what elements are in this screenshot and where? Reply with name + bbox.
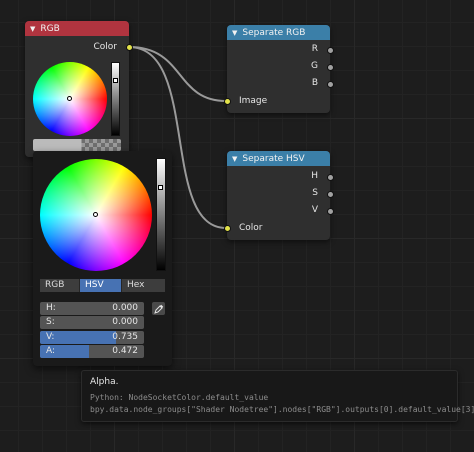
- popup-value-slider[interactable]: [156, 158, 166, 271]
- output-socket-b[interactable]: [327, 81, 334, 88]
- output-label-g: G: [311, 61, 318, 71]
- rgb-color-output-socket[interactable]: [126, 44, 133, 51]
- separate-rgb-node[interactable]: ▼ Separate RGB R G B Image: [227, 25, 330, 113]
- value-field-value: 0.735: [112, 332, 138, 342]
- input-label-image: Image: [239, 96, 268, 106]
- separate-rgb-header[interactable]: ▼ Separate RGB: [227, 25, 330, 40]
- output-label-r: R: [311, 44, 318, 54]
- alpha-field[interactable]: A: 0.472: [40, 345, 144, 358]
- rgb-node-header[interactable]: ▼ RGB: [25, 21, 129, 36]
- tooltip-python: Python: NodeSocketColor.default_value: [90, 393, 269, 402]
- output-label-s: S: [312, 188, 318, 198]
- saturation-field-value: 0.000: [112, 317, 138, 327]
- collapse-chevron-icon[interactable]: ▼: [30, 25, 35, 33]
- output-label-v: V: [311, 205, 318, 215]
- output-socket-s[interactable]: [327, 191, 334, 198]
- color-mode-tabs: RGB HSV Hex: [40, 279, 165, 292]
- value-field[interactable]: V: 0.735: [40, 331, 144, 344]
- tooltip: Alpha. Python: NodeSocketColor.default_v…: [81, 370, 474, 422]
- color-picker-popup[interactable]: RGB HSV Hex H: 0.000 S: 0.000 V: 0.735 A…: [33, 151, 172, 366]
- saturation-field-label: S:: [46, 317, 55, 327]
- tab-hex[interactable]: Hex: [122, 279, 165, 292]
- eyedropper-icon: [153, 304, 163, 314]
- popup-wheel-cursor[interactable]: [93, 212, 98, 217]
- separate-hsv-node[interactable]: ▼ Separate HSV H S V Color: [227, 151, 330, 240]
- saturation-field[interactable]: S: 0.000: [40, 316, 144, 329]
- eyedropper-button[interactable]: [152, 302, 165, 315]
- output-socket-r[interactable]: [327, 47, 334, 54]
- tab-hsv[interactable]: HSV: [80, 279, 122, 292]
- input-label-color: Color: [239, 223, 263, 233]
- separate-rgb-title: Separate RGB: [242, 27, 306, 38]
- collapse-chevron-icon[interactable]: ▼: [232, 29, 237, 37]
- separate-hsv-header[interactable]: ▼ Separate HSV: [227, 151, 330, 166]
- value-field-label: V:: [46, 332, 55, 342]
- output-label-h: H: [311, 171, 318, 181]
- input-socket-image[interactable]: [224, 98, 231, 105]
- rgb-output-label: Color: [93, 42, 118, 52]
- rgb-node-title: RGB: [40, 23, 60, 34]
- tooltip-title: Alpha.: [90, 377, 119, 387]
- rgb-node[interactable]: ▼ RGB Color: [25, 21, 129, 157]
- link-color-to-image[interactable]: [128, 46, 227, 102]
- popup-value-handle[interactable]: [158, 185, 163, 190]
- collapse-chevron-icon[interactable]: ▼: [232, 155, 237, 163]
- rgb-node-value-handle[interactable]: [113, 78, 118, 83]
- output-socket-v[interactable]: [327, 208, 334, 215]
- alpha-field-value: 0.472: [112, 346, 138, 356]
- rgb-node-wheel-cursor[interactable]: [67, 96, 72, 101]
- tab-rgb[interactable]: RGB: [40, 279, 80, 292]
- output-label-b: B: [311, 78, 318, 88]
- alpha-field-label: A:: [46, 346, 56, 356]
- input-socket-color[interactable]: [224, 225, 231, 232]
- hue-field[interactable]: H: 0.000: [40, 302, 144, 315]
- hue-field-value: 0.000: [112, 303, 138, 313]
- tooltip-data-path: bpy.data.node_groups["Shader Nodetree"].…: [90, 405, 474, 414]
- rgb-node-value-slider[interactable]: [111, 62, 120, 136]
- output-socket-g[interactable]: [327, 64, 334, 71]
- separate-hsv-title: Separate HSV: [242, 153, 305, 164]
- hue-field-label: H:: [46, 303, 56, 313]
- output-socket-h[interactable]: [327, 174, 334, 181]
- rgb-node-color-swatch[interactable]: [33, 139, 121, 151]
